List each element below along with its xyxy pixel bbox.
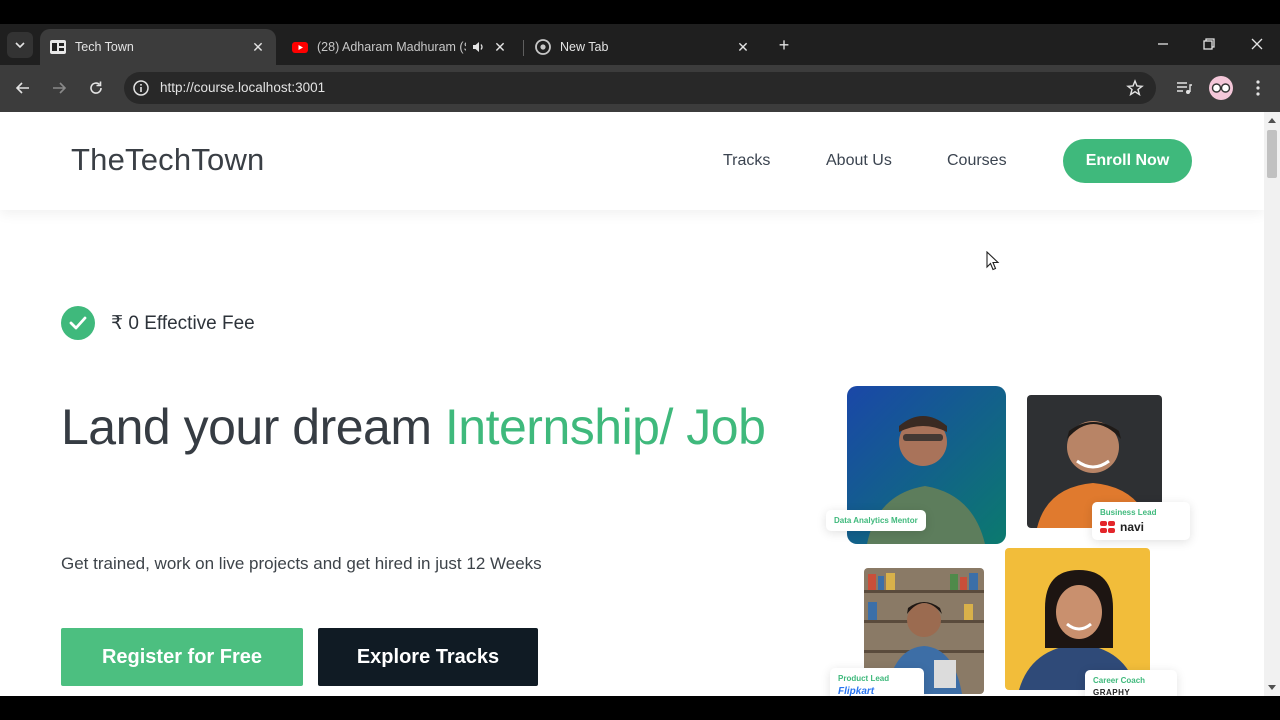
mentor-company-name: navi: [1120, 520, 1145, 534]
tab-youtube[interactable]: (28) Adharam Madhuram (S ✕: [282, 29, 518, 65]
mentor-company-name: GRAPHY: [1093, 688, 1131, 696]
tab-tech-town[interactable]: Tech Town ✕: [40, 29, 276, 65]
tab-close-icon[interactable]: ✕: [735, 39, 751, 55]
tab-strip: Tech Town ✕ (28) Adharam Madhuram (S ✕ N…: [0, 24, 1280, 65]
tab-close-icon[interactable]: ✕: [250, 39, 266, 55]
mentor-role: Product Lead: [838, 674, 890, 683]
back-arrow-icon[interactable]: [11, 76, 35, 100]
tab-title: New Tab: [560, 40, 609, 54]
fee-badge-row: ₹ 0 Effective Fee: [61, 306, 255, 340]
new-tab-plus-icon[interactable]: +: [773, 34, 795, 56]
page-viewport: TheTechTown Tracks About Us Courses Enro…: [0, 112, 1264, 696]
mentor-tag-product-lead: Product Lead Flipkart: [830, 668, 924, 696]
scroll-down-arrow-icon[interactable]: [1268, 685, 1276, 690]
minimize-icon[interactable]: [1148, 32, 1178, 56]
menu-dots-icon[interactable]: [1246, 76, 1270, 100]
mentor-tag-career-coach: Career Coach GRAPHY: [1085, 670, 1177, 696]
tab-close-icon[interactable]: ✕: [492, 39, 508, 55]
mentor-company: navi: [1100, 520, 1182, 534]
tab-search-button[interactable]: [7, 32, 33, 58]
mentor-photo-career-coach: [1005, 548, 1150, 690]
tab-new-tab[interactable]: New Tab ✕: [525, 29, 761, 65]
headline-plain: Land your dream: [61, 399, 445, 455]
tab-separator: [523, 40, 524, 56]
mouse-cursor-icon: [986, 251, 1000, 271]
tab-title: (28) Adharam Madhuram (S: [317, 40, 466, 54]
hero-subline: Get trained, work on live projects and g…: [61, 554, 542, 573]
check-circle-icon: [61, 306, 95, 340]
address-bar[interactable]: http://course.localhost:3001: [124, 72, 1156, 104]
browser-toolbar: http://course.localhost:3001: [0, 65, 1280, 112]
nav-about-link[interactable]: About Us: [826, 152, 892, 170]
scroll-up-arrow-icon[interactable]: [1268, 118, 1276, 123]
youtube-favicon-icon: [292, 42, 308, 53]
profile-glasses-icon: [1211, 83, 1231, 93]
bookmark-star-icon[interactable]: [1126, 79, 1144, 97]
enroll-now-button[interactable]: Enroll Now: [1063, 139, 1192, 183]
hero-headline: Land your dream Internship/ Job: [61, 392, 781, 462]
restore-icon[interactable]: [1194, 32, 1224, 56]
mentor-role: Data Analytics Mentor: [834, 516, 918, 525]
window-close-icon[interactable]: [1242, 32, 1272, 56]
site-info-icon[interactable]: [132, 79, 150, 97]
reload-icon[interactable]: [84, 76, 108, 100]
mentor-role: Business Lead: [1100, 508, 1157, 517]
fee-text: ₹ 0 Effective Fee: [111, 312, 255, 334]
mentor-company-name: Flipkart: [838, 686, 875, 696]
site-header: TheTechTown Tracks About Us Courses Enro…: [0, 112, 1264, 210]
chrome-favicon-icon: [535, 39, 551, 55]
screen-top-edge: [0, 0, 1280, 24]
navi-logo-icon: [1100, 521, 1115, 533]
chevron-down-icon: [15, 42, 25, 49]
mentor-tag-business-lead: Business Lead navi: [1092, 502, 1190, 540]
media-controls-icon[interactable]: [1172, 76, 1196, 100]
register-free-button[interactable]: Register for Free: [61, 628, 303, 686]
scrollbar-thumb[interactable]: [1267, 130, 1277, 178]
page-scrollbar[interactable]: [1264, 112, 1280, 696]
site-logo[interactable]: TheTechTown: [71, 142, 264, 178]
explore-tracks-button[interactable]: Explore Tracks: [318, 628, 538, 686]
techtown-favicon-icon: [50, 40, 66, 54]
nav-courses-link[interactable]: Courses: [947, 152, 1007, 170]
headline-accent: Internship/ Job: [444, 399, 766, 455]
address-url[interactable]: http://course.localhost:3001: [160, 80, 325, 95]
speaker-icon[interactable]: [470, 39, 486, 55]
tab-title: Tech Town: [75, 40, 134, 54]
nav-tracks-link[interactable]: Tracks: [723, 152, 770, 170]
screen-bottom-edge: [0, 696, 1280, 720]
mentor-tag-data-analytics: Data Analytics Mentor: [826, 510, 926, 531]
forward-arrow-icon[interactable]: [47, 76, 71, 100]
profile-avatar[interactable]: [1209, 76, 1233, 100]
mentor-role: Career Coach: [1093, 676, 1146, 685]
